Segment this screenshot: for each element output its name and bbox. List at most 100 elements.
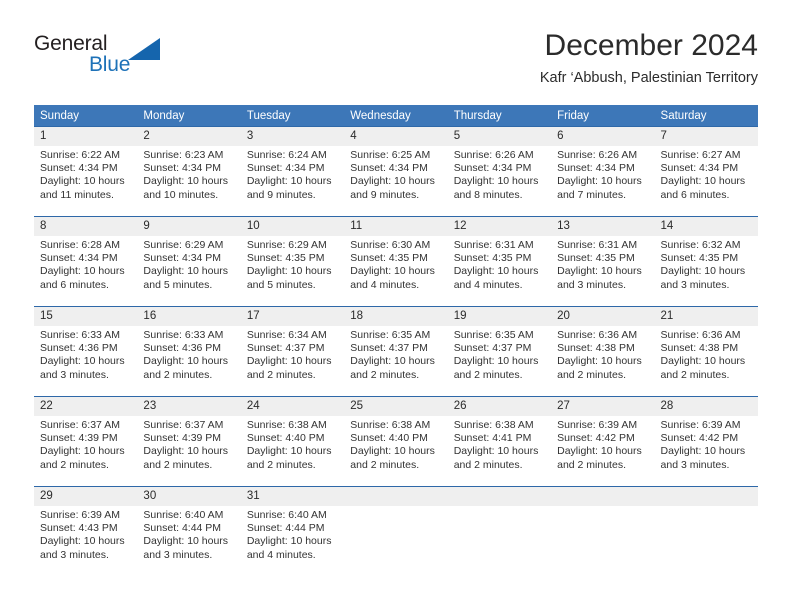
- daylight-text-line2: and 5 minutes.: [246, 278, 316, 291]
- sunset-text: Sunset: 4:40 PM: [246, 432, 325, 445]
- day-cell[interactable]: 26 Sunrise: 6:38 AM Sunset: 4:41 PM Dayligh…: [447, 396, 552, 475]
- sunset-text: Sunset: 4:34 PM: [40, 162, 118, 175]
- day-number: 13: [551, 217, 655, 236]
- day-cell[interactable]: 19 Sunrise: 6:35 AM Sunset: 4:37 PM Dayligh…: [447, 306, 552, 385]
- day-details: Sunrise: 6:39 AM Sunset: 4:42 PM Daylight:…: [551, 416, 654, 472]
- day-number: 29: [34, 487, 138, 506]
- daylight-text-line2: and 3 minutes.: [40, 548, 109, 561]
- daylight-text-line2: and 9 minutes.: [350, 188, 420, 201]
- day-cell[interactable]: 3 Sunrise: 6:24 AM Sunset: 4:34 PM Daylight…: [240, 126, 345, 205]
- day-cell[interactable]: 15 Sunrise: 6:33 AM Sunset: 4:36 PM Dayligh…: [34, 306, 138, 385]
- day-cell[interactable]: 11 Sunrise: 6:30 AM Sunset: 4:35 PM Dayligh…: [344, 216, 448, 295]
- weekday-header-saturday: Saturday: [654, 105, 758, 126]
- daylight-text-line2: and 2 minutes.: [453, 458, 523, 471]
- day-cell[interactable]: 24 Sunrise: 6:38 AM Sunset: 4:40 PM Dayligh…: [240, 396, 345, 475]
- day-cell[interactable]: 21 Sunrise: 6:36 AM Sunset: 4:38 PM Dayligh…: [654, 306, 758, 385]
- day-details: Sunrise: 6:38 AM Sunset: 4:41 PM Daylight:…: [448, 416, 551, 472]
- daylight-text-line1: Daylight: 10 hours: [143, 265, 229, 278]
- sunrise-text: Sunrise: 6:35 AM: [350, 329, 431, 341]
- day-details: Sunrise: 6:26 AM Sunset: 4:34 PM Daylight:…: [551, 146, 654, 202]
- sunset-text: Sunset: 4:40 PM: [350, 432, 428, 445]
- day-cell[interactable]: 30 Sunrise: 6:40 AM Sunset: 4:44 PM Dayligh…: [137, 486, 241, 565]
- calendar-week-row: 1 Sunrise: 6:22 AM Sunset: 4:34 PM Daylight…: [34, 126, 758, 205]
- day-cell[interactable]: 8 Sunrise: 6:28 AM Sunset: 4:34 PM Daylight…: [34, 216, 138, 295]
- day-cell[interactable]: 29 Sunrise: 6:39 AM Sunset: 4:43 PM Dayligh…: [34, 486, 138, 565]
- day-cell[interactable]: 4 Sunrise: 6:25 AM Sunset: 4:34 PM Daylight…: [344, 126, 448, 205]
- day-cell[interactable]: 5 Sunrise: 6:26 AM Sunset: 4:34 PM Daylight…: [447, 126, 552, 205]
- day-details: Sunrise: 6:36 AM Sunset: 4:38 PM Daylight:…: [655, 326, 758, 382]
- sunset-text: Sunset: 4:39 PM: [40, 432, 118, 445]
- calendar-week-row: 22 Sunrise: 6:37 AM Sunset: 4:39 PM Dayligh…: [34, 396, 758, 475]
- day-cell[interactable]: 22 Sunrise: 6:37 AM Sunset: 4:39 PM Dayligh…: [34, 396, 138, 475]
- day-cell[interactable]: 12 Sunrise: 6:31 AM Sunset: 4:35 PM Dayligh…: [447, 216, 552, 295]
- day-cell-empty: [447, 486, 552, 565]
- sunrise-text: Sunrise: 6:30 AM: [350, 239, 431, 251]
- sunset-text: Sunset: 4:34 PM: [143, 252, 222, 265]
- sunset-text: Sunset: 4:38 PM: [660, 342, 739, 355]
- daylight-text-line2: and 4 minutes.: [350, 278, 420, 291]
- day-cell[interactable]: 9 Sunrise: 6:29 AM Sunset: 4:34 PM Daylight…: [137, 216, 241, 295]
- daylight-text-line1: Daylight: 10 hours: [40, 355, 125, 368]
- daylight-text-line2: and 2 minutes.: [40, 458, 109, 471]
- daylight-text-line2: and 2 minutes.: [143, 458, 213, 471]
- sunset-text: Sunset: 4:34 PM: [453, 162, 532, 175]
- day-cell[interactable]: 1 Sunrise: 6:22 AM Sunset: 4:34 PM Daylight…: [34, 126, 138, 205]
- daylight-text-line1: Daylight: 10 hours: [350, 355, 435, 368]
- sunset-text: Sunset: 4:35 PM: [246, 252, 325, 265]
- weekday-header-monday: Monday: [137, 105, 241, 126]
- daylight-text-line1: Daylight: 10 hours: [246, 265, 332, 278]
- daylight-text-line2: and 8 minutes.: [453, 188, 523, 201]
- sunrise-text: Sunrise: 6:35 AM: [453, 329, 534, 341]
- day-number: 28: [654, 397, 758, 416]
- day-cell[interactable]: 25 Sunrise: 6:38 AM Sunset: 4:40 PM Dayligh…: [344, 396, 448, 475]
- daylight-text-line1: Daylight: 10 hours: [246, 355, 332, 368]
- daylight-text-line1: Daylight: 10 hours: [246, 175, 332, 188]
- day-number: 26: [447, 397, 552, 416]
- day-cell[interactable]: 2 Sunrise: 6:23 AM Sunset: 4:34 PM Daylight…: [137, 126, 241, 205]
- weekday-header-friday: Friday: [551, 105, 655, 126]
- week-gap-cell: [34, 205, 758, 216]
- calendar-week-row: 15 Sunrise: 6:33 AM Sunset: 4:36 PM Dayligh…: [34, 306, 758, 385]
- daylight-text-line2: and 7 minutes.: [557, 188, 626, 201]
- day-cell[interactable]: 20 Sunrise: 6:36 AM Sunset: 4:38 PM Dayligh…: [551, 306, 655, 385]
- day-number: 22: [34, 397, 138, 416]
- day-cell[interactable]: 13 Sunrise: 6:31 AM Sunset: 4:35 PM Dayligh…: [551, 216, 655, 295]
- day-number: 31: [240, 487, 345, 506]
- sunset-text: Sunset: 4:35 PM: [660, 252, 739, 265]
- sunrise-text: Sunrise: 6:36 AM: [557, 329, 638, 341]
- day-details: Sunrise: 6:29 AM Sunset: 4:35 PM Daylight:…: [241, 236, 344, 292]
- weekday-header-thursday: Thursday: [447, 105, 552, 126]
- day-cell[interactable]: 27 Sunrise: 6:39 AM Sunset: 4:42 PM Dayligh…: [551, 396, 655, 475]
- day-number: 23: [137, 397, 241, 416]
- day-cell[interactable]: 23 Sunrise: 6:37 AM Sunset: 4:39 PM Dayligh…: [137, 396, 241, 475]
- day-cell[interactable]: 28 Sunrise: 6:39 AM Sunset: 4:42 PM Dayligh…: [654, 396, 758, 475]
- general-blue-logo: General Blue: [34, 32, 214, 88]
- daylight-text-line1: Daylight: 10 hours: [40, 265, 125, 278]
- sunrise-text: Sunrise: 6:26 AM: [557, 149, 638, 161]
- day-cell[interactable]: 16 Sunrise: 6:33 AM Sunset: 4:36 PM Dayligh…: [137, 306, 241, 385]
- day-details: Sunrise: 6:38 AM Sunset: 4:40 PM Daylight:…: [344, 416, 447, 472]
- day-details: Sunrise: 6:37 AM Sunset: 4:39 PM Daylight:…: [34, 416, 137, 472]
- day-cell[interactable]: 6 Sunrise: 6:26 AM Sunset: 4:34 PM Daylight…: [551, 126, 655, 205]
- daylight-text-line1: Daylight: 10 hours: [557, 355, 642, 368]
- day-number: 6: [551, 127, 655, 146]
- daylight-text-line2: and 11 minutes.: [40, 188, 114, 201]
- daylight-text-line1: Daylight: 10 hours: [453, 355, 539, 368]
- sunrise-text: Sunrise: 6:34 AM: [246, 329, 327, 341]
- logo-text-blue: Blue: [89, 53, 131, 76]
- sunrise-text: Sunrise: 6:39 AM: [557, 419, 638, 431]
- day-cell[interactable]: 18 Sunrise: 6:35 AM Sunset: 4:37 PM Dayligh…: [344, 306, 448, 385]
- sunrise-text: Sunrise: 6:25 AM: [350, 149, 431, 161]
- day-cell[interactable]: 31 Sunrise: 6:40 AM Sunset: 4:44 PM Dayligh…: [240, 486, 345, 565]
- day-cell[interactable]: 17 Sunrise: 6:34 AM Sunset: 4:37 PM Dayligh…: [240, 306, 345, 385]
- day-details: Sunrise: 6:36 AM Sunset: 4:38 PM Daylight:…: [551, 326, 654, 382]
- day-cell[interactable]: 7 Sunrise: 6:27 AM Sunset: 4:34 PM Daylight…: [654, 126, 758, 205]
- day-cell[interactable]: 10 Sunrise: 6:29 AM Sunset: 4:35 PM Dayligh…: [240, 216, 345, 295]
- day-details: Sunrise: 6:29 AM Sunset: 4:34 PM Daylight:…: [137, 236, 240, 292]
- daylight-text-line1: Daylight: 10 hours: [557, 265, 642, 278]
- daylight-text-line2: and 9 minutes.: [246, 188, 316, 201]
- day-cell[interactable]: 14 Sunrise: 6:32 AM Sunset: 4:35 PM Dayligh…: [654, 216, 758, 295]
- day-number: 20: [551, 307, 655, 326]
- day-number: 21: [654, 307, 758, 326]
- sunrise-text: Sunrise: 6:29 AM: [246, 239, 327, 251]
